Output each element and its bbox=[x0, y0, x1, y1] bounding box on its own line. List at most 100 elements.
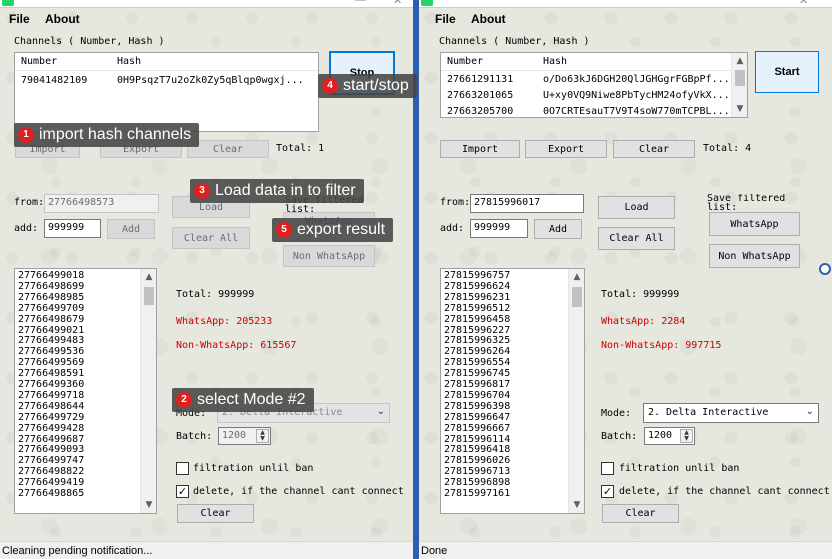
clear-all-button[interactable]: Clear All bbox=[598, 227, 675, 250]
list-item[interactable]: 27815996647 bbox=[444, 412, 510, 424]
clear-channels-button[interactable]: Clear bbox=[187, 140, 269, 158]
close-icon[interactable]: ✕ bbox=[799, 0, 808, 7]
list-item[interactable]: 27815996624 bbox=[444, 281, 510, 293]
non-whatsapp-export-button[interactable]: Non WhatsApp bbox=[283, 245, 375, 267]
callout-2: 2 select Mode #2 bbox=[172, 388, 314, 412]
numbers-list-scrollbar[interactable]: ▲ ▼ bbox=[568, 269, 584, 513]
add-button[interactable]: Add bbox=[534, 219, 582, 239]
delete-checkbox[interactable]: ✓ bbox=[601, 485, 614, 498]
scroll-thumb[interactable] bbox=[572, 287, 582, 307]
scroll-up-icon[interactable]: ▲ bbox=[141, 269, 156, 285]
add-label: add: bbox=[440, 223, 465, 234]
menu-file[interactable]: File bbox=[435, 12, 456, 26]
menu-about[interactable]: About bbox=[471, 12, 506, 26]
table-row[interactable]: 27663205700 0O7CRTEsauT7V9T4soW770mTCPBL… bbox=[441, 106, 747, 114]
title-bar: ✕ bbox=[419, 0, 832, 8]
list-item[interactable]: 27815996512 bbox=[444, 303, 510, 315]
from-input[interactable]: 27815996017 bbox=[470, 194, 584, 213]
list-item[interactable]: 27766499018 bbox=[18, 270, 84, 282]
filtration-label: filtration unlil ban bbox=[619, 463, 740, 474]
column-number: Number bbox=[21, 56, 58, 67]
list-item[interactable]: 27815996667 bbox=[444, 423, 510, 435]
start-button[interactable]: Start bbox=[755, 51, 819, 93]
scroll-down-icon[interactable]: ▼ bbox=[141, 497, 156, 513]
callout-badge: 3 bbox=[194, 183, 210, 199]
resize-handle[interactable] bbox=[819, 263, 831, 275]
callout-4: 4 start/stop bbox=[318, 74, 417, 98]
list-item[interactable]: 27766499709 bbox=[18, 303, 84, 315]
add-input[interactable]: 999999 bbox=[470, 219, 528, 238]
whatsapp-export-button[interactable]: WhatsApp bbox=[709, 212, 800, 236]
from-input[interactable]: 27766498573 bbox=[44, 194, 159, 213]
list-item[interactable]: 27815997161 bbox=[444, 488, 510, 500]
list-item[interactable]: 27766498865 bbox=[18, 488, 84, 500]
scroll-thumb[interactable] bbox=[735, 70, 745, 86]
status-bar: Done bbox=[419, 541, 832, 559]
list-item[interactable]: 27766498699 bbox=[18, 281, 84, 293]
list-item[interactable]: 27815996817 bbox=[444, 379, 510, 391]
list-item[interactable]: 27766499729 bbox=[18, 412, 84, 424]
numbers-list-scrollbar[interactable]: ▲ ▼ bbox=[140, 269, 156, 513]
list-item[interactable]: 27815996398 bbox=[444, 401, 510, 413]
save-filtered-label: Save filtered list: bbox=[707, 194, 786, 212]
from-label: from: bbox=[14, 197, 45, 208]
menu-about[interactable]: About bbox=[45, 12, 80, 26]
list-item[interactable]: 27766499428 bbox=[18, 423, 84, 435]
table-header: Number Hash bbox=[441, 53, 747, 71]
scroll-down-icon[interactable]: ▼ bbox=[569, 497, 584, 513]
list-item[interactable]: 27815996704 bbox=[444, 390, 510, 402]
spinner-arrows-icon[interactable]: ▲ ▼ bbox=[256, 429, 269, 443]
column-number: Number bbox=[447, 56, 484, 67]
row-number: 27663205700 bbox=[447, 106, 514, 114]
scroll-up-icon[interactable]: ▲ bbox=[732, 53, 748, 69]
non-whatsapp-export-button[interactable]: Non WhatsApp bbox=[709, 244, 800, 268]
scroll-up-icon[interactable]: ▲ bbox=[569, 269, 584, 285]
scroll-thumb[interactable] bbox=[144, 287, 154, 305]
column-hash: Hash bbox=[117, 56, 142, 67]
add-input[interactable]: 999999 bbox=[44, 219, 101, 238]
filtration-checkbox[interactable] bbox=[176, 462, 189, 475]
menu-file[interactable]: File bbox=[9, 12, 30, 26]
add-button[interactable]: Add bbox=[107, 219, 155, 239]
numbers-list[interactable]: 27766499018 27766498699 27766498985 2776649… bbox=[14, 268, 157, 514]
export-button[interactable]: Export bbox=[525, 140, 607, 158]
channels-scrollbar[interactable]: ▲ ▼ bbox=[731, 53, 747, 117]
whatsapp-count: WhatsApp: 2284 bbox=[601, 316, 686, 327]
list-item[interactable]: 27766498985 bbox=[18, 292, 84, 304]
load-button[interactable]: Load bbox=[598, 196, 675, 219]
spinner-arrows-icon[interactable]: ▲ ▼ bbox=[680, 429, 693, 443]
table-row[interactable]: 27663201065 U+xy0VQ9Niwe8PbTycHM24ofyVkX… bbox=[441, 90, 747, 102]
batch-spinner[interactable]: 1200 ▲ ▼ bbox=[218, 427, 271, 445]
list-item[interactable]: 27766499718 bbox=[18, 390, 84, 402]
list-item[interactable]: 27815996231 bbox=[444, 292, 510, 304]
table-row[interactable]: 79041482109 0H9PsqzT7u2oZk0Zy5qBlqp0wgxj… bbox=[15, 75, 318, 87]
clear-channels-button[interactable]: Clear bbox=[613, 140, 695, 158]
import-button[interactable]: Import bbox=[440, 140, 520, 158]
title-bar: — ✕ bbox=[0, 0, 413, 8]
clear-list-button[interactable]: Clear bbox=[602, 504, 679, 523]
clear-list-button[interactable]: Clear bbox=[177, 504, 254, 523]
close-icon[interactable]: ✕ bbox=[393, 0, 402, 7]
delete-checkbox[interactable]: ✓ bbox=[176, 485, 189, 498]
table-row[interactable]: 27661291131 o/Do63kJ6DGH20QlJGHGgrFGBpPf… bbox=[441, 74, 747, 86]
clear-all-button[interactable]: Clear All bbox=[172, 227, 250, 249]
callout-1: 1 import hash channels bbox=[14, 123, 200, 147]
batch-spinner[interactable]: 1200 ▲ ▼ bbox=[644, 427, 695, 445]
list-item[interactable]: 27766498644 bbox=[18, 401, 84, 413]
list-item[interactable]: 27815996757 bbox=[444, 270, 510, 282]
channels-table[interactable]: Number Hash 27661291131 o/Do63kJ6DGH20Ql… bbox=[440, 52, 748, 118]
callout-3: 3 Load data in to filter bbox=[190, 179, 364, 203]
list-item[interactable]: 27766499360 bbox=[18, 379, 84, 391]
scroll-down-icon[interactable]: ▼ bbox=[732, 101, 748, 117]
list-item[interactable]: 27766498679 bbox=[18, 314, 84, 326]
filtration-checkbox[interactable] bbox=[601, 462, 614, 475]
channels-table[interactable]: Number Hash 79041482109 0H9PsqzT7u2oZk0Z… bbox=[14, 52, 319, 132]
minimize-icon[interactable]: — bbox=[355, 0, 366, 6]
callout-badge: 1 bbox=[18, 127, 34, 143]
mode-select[interactable]: 2. Delta Interactive ⌄ bbox=[643, 403, 819, 423]
numbers-list[interactable]: 27815996757 27815996624 27815996231 2781599… bbox=[440, 268, 585, 514]
list-item[interactable]: 27815996458 bbox=[444, 314, 510, 326]
row-hash: o/Do63kJ6DGH20QlJGHGgrFGBpPf... bbox=[543, 74, 728, 85]
row-hash: 0O7CRTEsauT7V9T4soW770mTCPBL... bbox=[543, 106, 728, 114]
menu-bar: File About bbox=[419, 9, 832, 29]
